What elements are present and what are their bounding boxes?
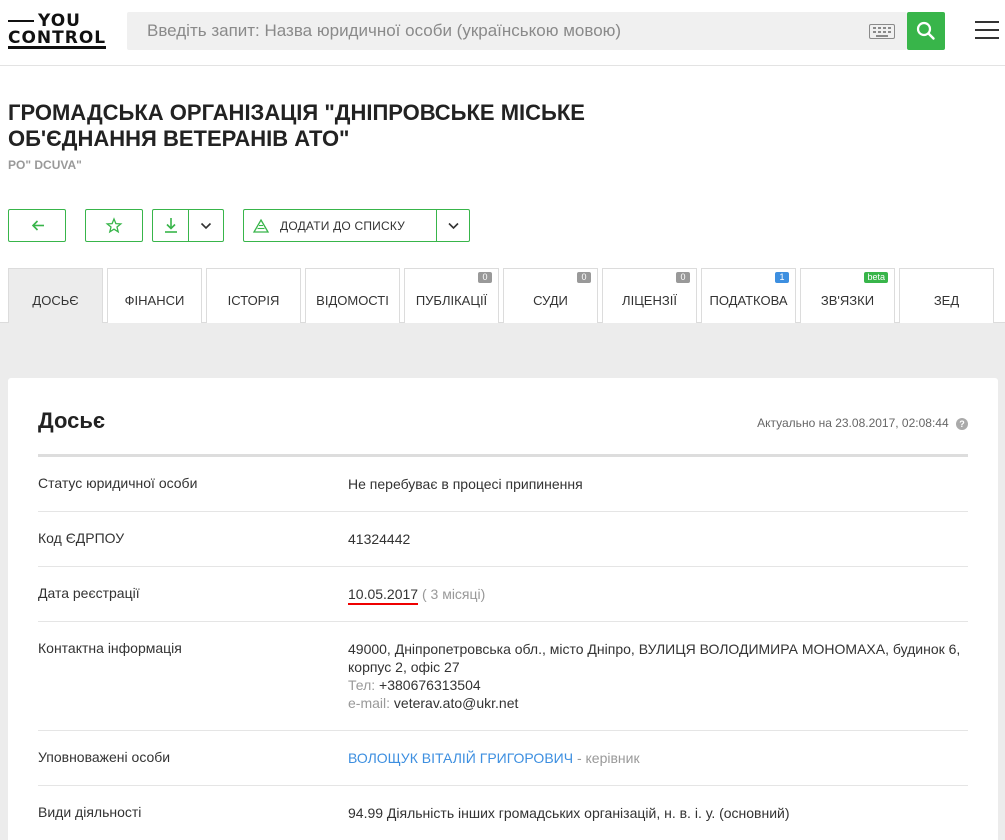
count-badge: 0 <box>478 272 492 283</box>
back-button[interactable] <box>8 209 66 242</box>
tab-publications[interactable]: 0 ПУБЛІКАЦІЇ <box>404 268 499 323</box>
logo-underline <box>8 46 106 49</box>
list-triangle-icon <box>252 218 270 233</box>
tab-courts[interactable]: 0 СУДИ <box>503 268 598 323</box>
count-badge: 0 <box>577 272 591 283</box>
tab-details[interactable]: ВІДОМОСТІ <box>305 268 400 323</box>
download-button[interactable] <box>152 209 224 242</box>
chevron-down-icon[interactable] <box>437 210 470 241</box>
actuality-text: Актуально на 23.08.2017, 02:08:44 <box>757 416 949 430</box>
tab-dossier[interactable]: ДОСЬЄ <box>8 268 103 323</box>
status-value: Не перебуває в процесі припинення <box>348 476 583 492</box>
row-label: Уповноважені особи <box>38 749 171 765</box>
person-link[interactable]: ВОЛОЩУК ВІТАЛІЙ ГРИГОРОВИЧ <box>348 750 573 766</box>
arrow-left-icon <box>31 220 44 231</box>
hamburger-menu-icon[interactable] <box>975 20 999 40</box>
email-value[interactable]: veterav.ato@ukr.net <box>394 695 518 711</box>
chevron-down-icon[interactable] <box>189 210 223 241</box>
contacts-value: 49000, Дніпропетровська обл., місто Дніп… <box>348 640 968 712</box>
phone-line: Тел: +380676313504 <box>348 676 968 694</box>
row-status: Статус юридичної особи Не перебуває в пр… <box>38 457 968 512</box>
activity-value: 94.99 Діяльність інших громадських орган… <box>348 805 790 821</box>
tab-connections[interactable]: beta ЗВ'ЯЗКИ <box>800 268 895 323</box>
row-label: Види діяльності <box>38 804 142 820</box>
company-short-name: PO" DCUVA" <box>8 158 82 172</box>
persons-value: ВОЛОЩУК ВІТАЛІЙ ГРИГОРОВИЧ - керівник <box>348 749 968 767</box>
search-input[interactable] <box>127 12 857 50</box>
star-icon <box>105 217 123 234</box>
search-button[interactable] <box>907 12 945 50</box>
count-badge: 1 <box>775 272 789 283</box>
phone-value[interactable]: +380676313504 <box>379 677 481 693</box>
logo-bar-top <box>8 20 34 22</box>
tab-licenses[interactable]: 0 ЛІЦЕНЗІЇ <box>602 268 697 323</box>
beta-badge: beta <box>864 272 888 283</box>
row-contacts: Контактна інформація 49000, Дніпропетров… <box>38 622 968 731</box>
email-line: e-mail: veterav.ato@ukr.net <box>348 694 968 712</box>
row-edrpou: Код ЄДРПОУ 41324442 <box>38 512 968 567</box>
tab-history[interactable]: ІСТОРІЯ <box>206 268 301 323</box>
tab-label: ПОДАТКОВА <box>709 293 788 308</box>
phone-label: Тел: <box>348 677 376 693</box>
count-badge: 0 <box>676 272 690 283</box>
search-icon <box>916 21 935 40</box>
tab-label: СУДИ <box>533 293 568 308</box>
tab-foreign-trade[interactable]: ЗЕД <box>899 268 994 323</box>
registration-value: 10.05.2017 ( 3 місяці) <box>348 585 968 605</box>
row-registration-date: Дата реєстрації 10.05.2017 ( 3 місяці) <box>38 567 968 622</box>
registration-date: 10.05.2017 <box>348 586 419 605</box>
tab-tax[interactable]: 1 ПОДАТКОВА <box>701 268 796 323</box>
help-icon[interactable]: ? <box>956 417 968 430</box>
keyboard-icon[interactable] <box>869 24 895 39</box>
actuality-date: Актуально на 23.08.2017, 02:08:44 ? <box>757 416 968 430</box>
tab-finances[interactable]: ФІНАНСИ <box>107 268 202 323</box>
row-authorized-persons: Уповноважені особи ВОЛОЩУК ВІТАЛІЙ ГРИГО… <box>38 731 968 786</box>
row-label: Контактна інформація <box>38 640 182 656</box>
add-to-list-label: ДОДАТИ ДО СПИСКУ <box>280 219 406 233</box>
address-text: 49000, Дніпропетровська обл., місто Дніп… <box>348 641 961 675</box>
tab-label: ДОСЬЄ <box>32 293 79 308</box>
tab-label: ФІНАНСИ <box>124 293 185 308</box>
download-icon <box>165 218 177 233</box>
tab-label: ВІДОМОСТІ <box>316 293 389 308</box>
edrpou-value: 41324442 <box>348 531 411 547</box>
dossier-card: Досьє Актуально на 23.08.2017, 02:08:44 … <box>8 378 998 840</box>
logo-text-control: CONTROL <box>8 28 107 48</box>
tab-label: ЗВ'ЯЗКИ <box>820 293 875 308</box>
top-header: YOU CONTROL <box>0 0 1005 66</box>
tab-label: ІСТОРІЯ <box>227 293 280 308</box>
page-title: ГРОМАДСЬКА ОРГАНІЗАЦІЯ "ДНІПРОВСЬКЕ МІСЬ… <box>8 100 585 151</box>
tab-label: ПУБЛІКАЦІЇ <box>415 293 488 308</box>
row-label: Статус юридичної особи <box>38 475 198 491</box>
row-label: Код ЄДРПОУ <box>38 530 125 546</box>
section-title: Досьє <box>38 408 105 433</box>
row-label: Дата реєстрації <box>38 585 140 601</box>
email-label: e-mail: <box>348 695 391 711</box>
youcontrol-logo[interactable]: YOU CONTROL <box>8 11 108 51</box>
tab-label: ЛІЦЕНЗІЇ <box>622 293 677 308</box>
add-to-list-button[interactable]: ДОДАТИ ДО СПИСКУ <box>243 209 470 242</box>
registration-age: ( 3 місяці) <box>421 586 486 602</box>
search-bar <box>127 12 907 50</box>
row-activities: Види діяльності 94.99 Діяльність інших г… <box>38 786 968 840</box>
favorite-button[interactable] <box>85 209 143 242</box>
tab-label: ЗЕД <box>933 293 960 308</box>
person-role: - керівник <box>576 750 640 766</box>
